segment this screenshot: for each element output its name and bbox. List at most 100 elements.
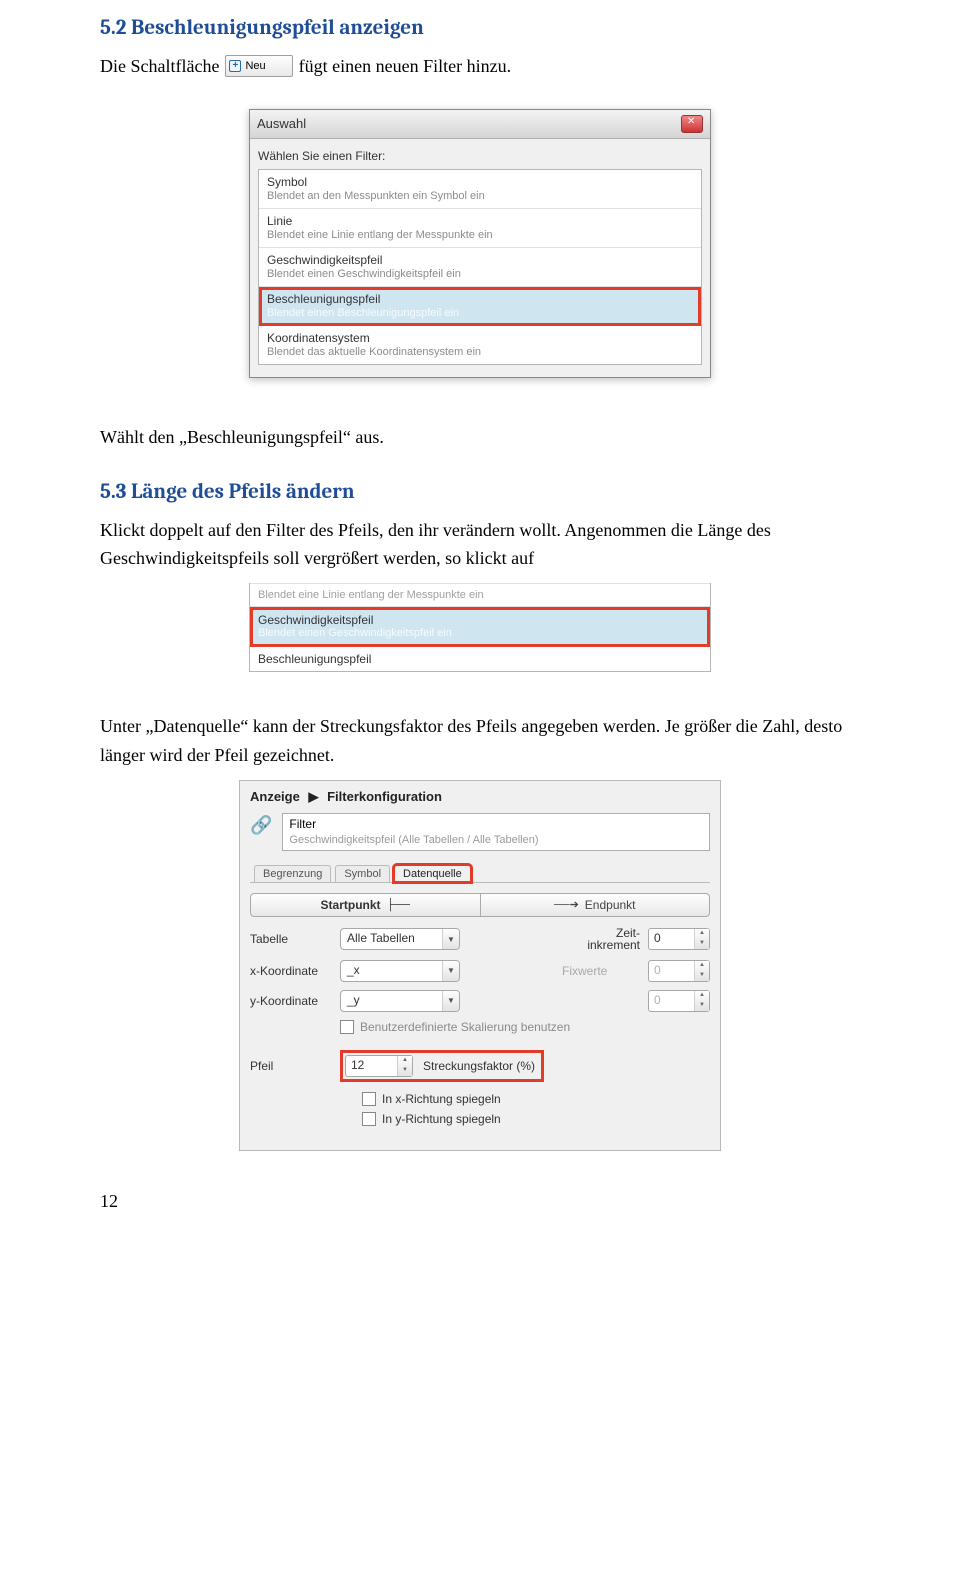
combo-value: _y: [341, 991, 442, 1011]
heading-5-3: 5.3 Länge des Pfeils ändern: [100, 480, 860, 504]
spin-zeitinkrement[interactable]: 0 ▲▼: [648, 928, 710, 950]
label-streckungsfaktor: Streckungsfaktor (%): [423, 1059, 535, 1073]
spin-value: 0: [649, 991, 694, 1011]
spin-value: 0: [649, 929, 694, 949]
row-pfeil: Pfeil 12 ▲▼ Streckungsfaktor (%): [250, 1050, 710, 1082]
spin-buttons[interactable]: ▲▼: [397, 1056, 412, 1076]
crumb-anzeige[interactable]: Anzeige: [250, 789, 300, 804]
spin-fix-y[interactable]: 0 ▲▼: [648, 990, 710, 1012]
para-waehlt: Wählt den „Beschleunigungspfeil“ aus.: [100, 423, 860, 452]
row-benutz: Benutzerdefinierte Skalierung benutzen: [250, 1020, 710, 1034]
neu-button-label: Neu: [245, 58, 265, 76]
snippet-title: Geschwindigkeitspfeil: [258, 613, 702, 627]
row-tabelle: Tabelle Alle Tabellen ▼ Zeit- inkrement …: [250, 927, 710, 952]
filter-item-title: Linie: [267, 214, 693, 228]
chevron-down-icon[interactable]: ▼: [442, 929, 459, 949]
snippet-desc: Blendet einen Geschwindigkeitspfeil ein: [258, 627, 702, 639]
chk-label: Benutzerdefinierte Skalierung benutzen: [360, 1020, 570, 1034]
text: Die Schaltfläche: [100, 52, 219, 81]
filter-item-linie[interactable]: Linie Blendet eine Linie entlang der Mes…: [259, 209, 701, 248]
spin-pfeil[interactable]: 12 ▲▼: [345, 1055, 413, 1077]
filter-item-desc: Blendet eine Linie entlang der Messpunkt…: [267, 229, 693, 241]
tabs: Begrenzung Symbol Datenquelle: [250, 865, 710, 883]
crumb-filterkonfig: Filterkonfiguration: [327, 789, 442, 804]
seg-label: Startpunkt: [321, 898, 381, 912]
heading-5-2: 5.2 Beschleunigungspfeil anzeigen: [100, 16, 860, 40]
label-fixwerte: Fixwerte: [562, 964, 640, 978]
combo-value: Alle Tabellen: [341, 929, 442, 949]
snippet-top: Blendet eine Linie entlang der Messpunkt…: [250, 583, 710, 607]
auswahl-dialog: Auswahl Wählen Sie einen Filter: Symbol …: [249, 109, 711, 378]
dialog-prompt: Wählen Sie einen Filter:: [258, 149, 702, 163]
combo-y[interactable]: _y ▼: [340, 990, 460, 1012]
dialog-titlebar: Auswahl: [250, 110, 710, 139]
pfeil-highlight: 12 ▲▼ Streckungsfaktor (%): [340, 1050, 544, 1082]
label-zeitinkrement: Zeit- inkrement: [562, 927, 640, 952]
chk-mirror-x[interactable]: In x-Richtung spiegeln: [362, 1092, 710, 1106]
spin-buttons[interactable]: ▲▼: [694, 961, 709, 981]
chevron-right-icon: ▶: [308, 789, 318, 804]
para-unter: Unter „Datenquelle“ kann der Streckungsf…: [100, 712, 860, 770]
spin-buttons[interactable]: ▲▼: [694, 991, 709, 1011]
neu-button[interactable]: + Neu: [225, 55, 292, 77]
label-y: y-Koordinate: [250, 994, 340, 1008]
filter-item-desc: Blendet einen Beschleunigungspfeil ein: [267, 307, 693, 319]
checkbox-icon[interactable]: [362, 1112, 376, 1126]
text: fügt einen neuen Filter hinzu.: [299, 52, 511, 81]
filter-list: Symbol Blendet an den Messpunkten ein Sy…: [258, 169, 702, 365]
label-pfeil: Pfeil: [250, 1059, 340, 1073]
seg-startpunkt[interactable]: Startpunkt ├──: [250, 893, 481, 917]
filter-item-desc: Blendet das aktuelle Koordinatensystem e…: [267, 346, 693, 358]
chain-icon: 🔗: [250, 813, 272, 836]
tab-begrenzung[interactable]: Begrenzung: [254, 865, 331, 882]
para-5-3: Klickt doppelt auf den Filter des Pfeils…: [100, 516, 860, 574]
chk-label: In x-Richtung spiegeln: [382, 1092, 501, 1106]
filterkonfiguration-panel: Anzeige ▶ Filterkonfiguration 🔗 Geschwin…: [239, 780, 721, 1151]
startpunkt-icon: ├──: [387, 899, 410, 911]
checkbox-icon[interactable]: [340, 1020, 354, 1034]
tab-symbol[interactable]: Symbol: [335, 865, 390, 882]
spin-buttons[interactable]: ▲▼: [694, 929, 709, 949]
chk-mirror-y[interactable]: In y-Richtung spiegeln: [362, 1112, 710, 1126]
chk-label: In y-Richtung spiegeln: [382, 1112, 501, 1126]
filter-list-snippet: Blendet eine Linie entlang der Messpunkt…: [249, 583, 711, 672]
row-x: x-Koordinate _x ▼ Fixwerte 0 ▲▼: [250, 960, 710, 982]
snippet-selected[interactable]: Geschwindigkeitspfeil Blendet einen Gesc…: [250, 607, 710, 647]
filter-item-desc: Blendet einen Geschwindigkeitspfeil ein: [267, 268, 693, 280]
filter-item-title: Koordinatensystem: [267, 331, 693, 345]
combo-x[interactable]: _x ▼: [340, 960, 460, 982]
chevron-down-icon[interactable]: ▼: [442, 961, 459, 981]
filter-item-geschwindigkeitspfeil[interactable]: Geschwindigkeitspfeil Blendet einen Gesc…: [259, 248, 701, 287]
chevron-down-icon[interactable]: ▼: [442, 991, 459, 1011]
spin-fix-x[interactable]: 0 ▲▼: [648, 960, 710, 982]
filter-item-title: Beschleunigungspfeil: [267, 292, 693, 306]
filter-item-desc: Blendet an den Messpunkten ein Symbol ei…: [267, 190, 693, 202]
filter-item-koordinatensystem[interactable]: Koordinatensystem Blendet das aktuelle K…: [259, 326, 701, 364]
filter-sub: Geschwindigkeitspfeil (Alle Tabellen / A…: [283, 834, 709, 850]
row-y: y-Koordinate _y ▼ 0 ▲▼: [250, 990, 710, 1012]
filter-item-beschleunigungspfeil[interactable]: Beschleunigungspfeil Blendet einen Besch…: [259, 287, 701, 326]
breadcrumb: Anzeige ▶ Filterkonfiguration: [250, 787, 710, 813]
combo-value: _x: [341, 961, 442, 981]
filter-item-symbol[interactable]: Symbol Blendet an den Messpunkten ein Sy…: [259, 170, 701, 209]
snippet-bottom: Beschleunigungspfeil: [250, 647, 710, 672]
dialog-title: Auswahl: [257, 116, 681, 131]
chk-benutzerdef[interactable]: Benutzerdefinierte Skalierung benutzen: [340, 1020, 570, 1034]
checkbox-icon[interactable]: [362, 1092, 376, 1106]
close-icon[interactable]: [681, 115, 703, 133]
filter-item-title: Symbol: [267, 175, 693, 189]
seg-label: Endpunkt: [585, 898, 636, 912]
para-neu: Die Schaltfläche + Neu fügt einen neuen …: [100, 52, 860, 81]
label-tabelle: Tabelle: [250, 932, 340, 946]
plus-icon: +: [229, 60, 241, 72]
combo-tabelle[interactable]: Alle Tabellen ▼: [340, 928, 460, 950]
spin-value: 0: [649, 961, 694, 981]
tab-datenquelle[interactable]: Datenquelle: [394, 865, 471, 882]
spin-value: 12: [346, 1056, 397, 1076]
seg-endpunkt[interactable]: ──➔ Endpunkt: [481, 893, 711, 917]
filter-field[interactable]: Geschwindigkeitspfeil (Alle Tabellen / A…: [282, 813, 710, 851]
endpunkt-icon: ──➔: [554, 898, 579, 911]
filter-input[interactable]: [283, 814, 709, 834]
label-x: x-Koordinate: [250, 964, 340, 978]
page-number: 12: [100, 1191, 860, 1212]
